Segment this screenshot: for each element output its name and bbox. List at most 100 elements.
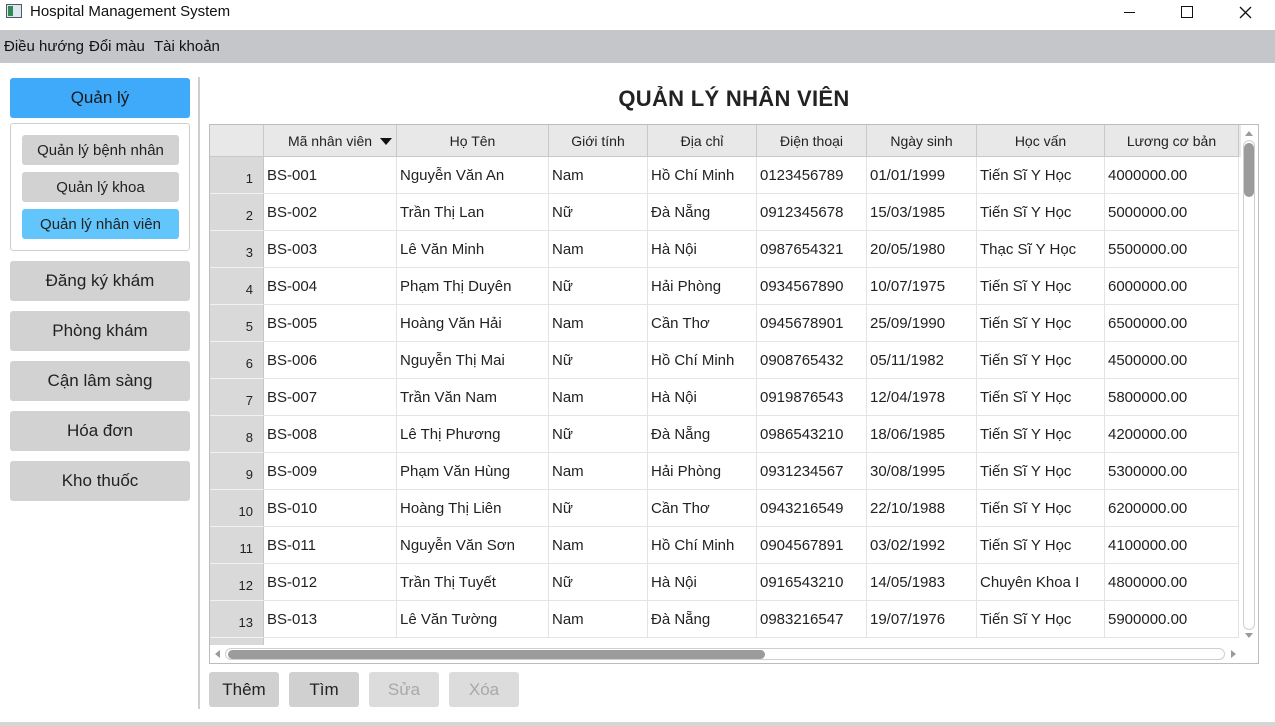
cell-address[interactable]: Hồ Chí Minh (648, 527, 757, 564)
column-header-address[interactable]: Địa chỉ (648, 125, 757, 157)
cell-education[interactable]: Tiến Sĩ Y Học (977, 601, 1105, 638)
column-header-staff-id[interactable]: Mã nhân viên (264, 125, 397, 157)
cell-education[interactable]: Thạc Sĩ Y Học (977, 231, 1105, 268)
cell-phone[interactable]: 0908765432 (757, 342, 867, 379)
sidebar-item-pharmacy[interactable]: Kho thuốc (10, 461, 190, 501)
cell-gender[interactable]: Nam (549, 305, 648, 342)
sidebar-item-paraclinical[interactable]: Cận lâm sàng (10, 361, 190, 401)
cell-education[interactable]: Chuyên Khoa I (977, 564, 1105, 601)
scroll-up-icon[interactable] (1245, 131, 1253, 136)
cell-gender[interactable]: Nam (549, 231, 648, 268)
add-button[interactable]: Thêm (209, 672, 279, 707)
cell-full-name[interactable]: Hoàng Thị Liên (397, 490, 549, 527)
find-button[interactable]: Tìm (289, 672, 359, 707)
cell-staff-id[interactable]: BS-003 (264, 231, 397, 268)
cell-address[interactable]: Hải Phòng (648, 268, 757, 305)
column-header-gender[interactable]: Giới tính (549, 125, 648, 157)
cell-base-salary[interactable]: 4000000.00 (1105, 157, 1239, 194)
cell-base-salary[interactable]: 5900000.00 (1105, 601, 1239, 638)
cell-education[interactable]: Tiến Sĩ Y Học (977, 268, 1105, 305)
scroll-left-icon[interactable] (215, 650, 220, 658)
table-row[interactable]: 4 BS-004 Phạm Thị Duyên Nữ Hải Phòng 09345678… (210, 268, 1242, 305)
cell-staff-id[interactable]: BS-011 (264, 527, 397, 564)
cell-base-salary[interactable]: 5800000.00 (1105, 379, 1239, 416)
cell-full-name[interactable]: Trần Văn Nam (397, 379, 549, 416)
vertical-scroll-thumb[interactable] (1244, 143, 1254, 197)
cell-birthdate[interactable]: 14/05/1983 (867, 564, 977, 601)
cell-gender[interactable]: Nữ (549, 416, 648, 453)
cell-gender[interactable]: Nữ (549, 564, 648, 601)
table-row[interactable]: 5 BS-005 Hoàng Văn Hải Nam Cần Thơ 0945678901… (210, 305, 1242, 342)
cell-gender[interactable]: Nữ (549, 268, 648, 305)
cell-base-salary[interactable]: 4100000.00 (1105, 527, 1239, 564)
cell-birthdate[interactable]: 22/10/1988 (867, 490, 977, 527)
cell-full-name[interactable]: Lê Văn Minh (397, 231, 549, 268)
cell-base-salary[interactable]: 4200000.00 (1105, 416, 1239, 453)
cell-phone[interactable]: 0904567891 (757, 527, 867, 564)
column-header-birthdate[interactable]: Ngày sinh (867, 125, 977, 157)
edit-button[interactable]: Sửa (369, 672, 439, 707)
cell-base-salary[interactable]: 4800000.00 (1105, 564, 1239, 601)
cell-gender[interactable]: Nam (549, 157, 648, 194)
delete-button[interactable]: Xóa (449, 672, 519, 707)
cell-address[interactable]: Đà Nẵng (648, 601, 757, 638)
cell-full-name[interactable]: Phạm Thị Duyên (397, 268, 549, 305)
cell-full-name[interactable]: Phạm Văn Hùng (397, 453, 549, 490)
cell-phone[interactable]: 0123456789 (757, 157, 867, 194)
cell-phone[interactable]: 0919876543 (757, 379, 867, 416)
cell-birthdate[interactable]: 18/06/1985 (867, 416, 977, 453)
cell-education[interactable]: Tiến Sĩ Y Học (977, 157, 1105, 194)
cell-gender[interactable]: Nữ (549, 342, 648, 379)
menu-change-color[interactable]: Đổi màu (89, 38, 145, 55)
vertical-scroll-track[interactable] (1243, 140, 1255, 630)
column-header-education[interactable]: Học vấn (977, 125, 1105, 157)
minimize-button[interactable] (1100, 0, 1158, 30)
cell-staff-id[interactable]: BS-007 (264, 379, 397, 416)
cell-phone[interactable]: 0934567890 (757, 268, 867, 305)
column-header-base-salary[interactable]: Lương cơ bản (1105, 125, 1239, 157)
cell-gender[interactable]: Nam (549, 379, 648, 416)
cell-gender[interactable]: Nam (549, 527, 648, 564)
cell-address[interactable]: Hà Nội (648, 379, 757, 416)
sidebar-item-management[interactable]: Quản lý (10, 78, 190, 118)
cell-staff-id[interactable]: BS-002 (264, 194, 397, 231)
cell-full-name[interactable]: Nguyễn Văn An (397, 157, 549, 194)
horizontal-scrollbar[interactable] (210, 645, 1240, 663)
cell-address[interactable]: Cần Thơ (648, 490, 757, 527)
table-row[interactable]: 9 BS-009 Phạm Văn Hùng Nam Hải Phòng 09312345… (210, 453, 1242, 490)
horizontal-scroll-thumb[interactable] (228, 650, 765, 659)
cell-base-salary[interactable]: 6200000.00 (1105, 490, 1239, 527)
sidebar-item-invoice[interactable]: Hóa đơn (10, 411, 190, 451)
cell-address[interactable]: Đà Nẵng (648, 194, 757, 231)
cell-education[interactable]: Tiến Sĩ Y Học (977, 305, 1105, 342)
cell-education[interactable]: Tiến Sĩ Y Học (977, 527, 1105, 564)
cell-full-name[interactable]: Nguyễn Văn Sơn (397, 527, 549, 564)
cell-birthdate[interactable]: 30/08/1995 (867, 453, 977, 490)
cell-address[interactable]: Hà Nội (648, 564, 757, 601)
cell-gender[interactable]: Nữ (549, 490, 648, 527)
table-row[interactable]: 11 BS-011 Nguyễn Văn Sơn Nam Hồ Chí Minh 0904… (210, 527, 1242, 564)
table-row[interactable]: 3 BS-003 Lê Văn Minh Nam Hà Nội 0987654321 20/… (210, 231, 1242, 268)
sidebar-subitem-patients[interactable]: Quản lý bệnh nhân (22, 135, 179, 165)
table-row[interactable]: 8 BS-008 Lê Thị Phương Nữ Đà Nẵng 0986543210 1… (210, 416, 1242, 453)
cell-gender[interactable]: Nam (549, 601, 648, 638)
cell-birthdate[interactable]: 15/03/1985 (867, 194, 977, 231)
cell-phone[interactable]: 0983216547 (757, 601, 867, 638)
cell-phone[interactable]: 0916543210 (757, 564, 867, 601)
cell-birthdate[interactable]: 05/11/1982 (867, 342, 977, 379)
cell-staff-id[interactable]: BS-009 (264, 453, 397, 490)
scroll-down-icon[interactable] (1245, 633, 1253, 638)
cell-full-name[interactable]: Trần Thị Tuyết (397, 564, 549, 601)
cell-gender[interactable]: Nam (549, 453, 648, 490)
cell-address[interactable]: Hồ Chí Minh (648, 342, 757, 379)
cell-birthdate[interactable]: 03/02/1992 (867, 527, 977, 564)
cell-address[interactable]: Cần Thơ (648, 305, 757, 342)
cell-phone[interactable]: 0943216549 (757, 490, 867, 527)
cell-education[interactable]: Tiến Sĩ Y Học (977, 453, 1105, 490)
cell-address[interactable]: Hải Phòng (648, 453, 757, 490)
cell-birthdate[interactable]: 25/09/1990 (867, 305, 977, 342)
cell-address[interactable]: Hà Nội (648, 231, 757, 268)
cell-staff-id[interactable]: BS-005 (264, 305, 397, 342)
cell-phone[interactable]: 0987654321 (757, 231, 867, 268)
cell-staff-id[interactable]: BS-001 (264, 157, 397, 194)
